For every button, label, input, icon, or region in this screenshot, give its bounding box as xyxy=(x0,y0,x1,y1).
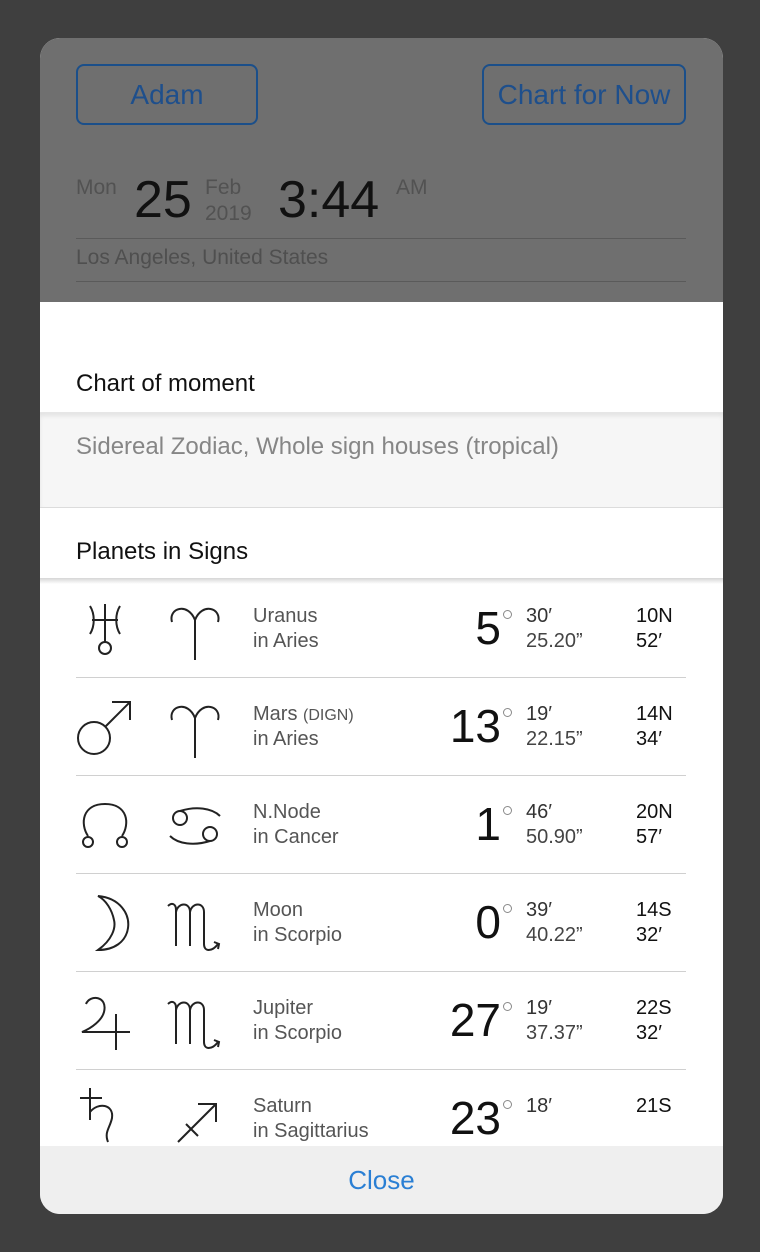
degree-symbol xyxy=(503,708,512,717)
degree-symbol xyxy=(503,806,512,815)
degree-symbol xyxy=(503,1100,512,1109)
date-time-picker[interactable]: Mon 25 Feb 2019 3:44 AM xyxy=(76,168,686,238)
seconds-value: 50.90” xyxy=(526,826,583,848)
seconds-value: 37.37” xyxy=(526,1022,583,1044)
chart-header: Adam Chart for Now Mon 25 Feb 2019 3:44 … xyxy=(40,38,723,302)
divider xyxy=(76,281,686,282)
degree-symbol xyxy=(503,1002,512,1011)
planets-list[interactable]: Uranus in Aries 5 30′ 25.20” 10N 52′ Mar… xyxy=(40,580,723,1145)
planet-row[interactable]: Mars (DIGN) in Aries 13 19′ 22.15” 14N 3… xyxy=(40,678,723,776)
latitude-minutes: 32′ xyxy=(636,1022,662,1044)
minutes-value: 46′ xyxy=(526,801,552,823)
planet-row[interactable]: Saturn in Sagittarius 23 18′ 21S xyxy=(40,1070,723,1145)
mars-icon xyxy=(77,701,131,755)
year-label: 2019 xyxy=(205,202,252,225)
divider xyxy=(76,238,686,239)
latitude-value: 10N xyxy=(636,605,673,627)
latitude-value: 14N xyxy=(636,703,673,725)
latitude-minutes: 32′ xyxy=(636,924,662,946)
planet-sign: in Aries xyxy=(253,728,319,750)
planet-sign: in Cancer xyxy=(253,826,339,848)
planet-name: Moon xyxy=(253,899,304,921)
planet-name: N.Node xyxy=(253,801,321,823)
minutes-value: 39′ xyxy=(526,899,552,921)
planet-name: Uranus xyxy=(253,605,318,627)
seconds-value: 25.20” xyxy=(526,630,583,652)
jupiter-icon xyxy=(81,996,130,1050)
person-button[interactable]: Adam xyxy=(76,64,258,125)
uranus-icon xyxy=(89,604,121,655)
weekday-label: Mon xyxy=(76,176,117,199)
month-label: Feb xyxy=(205,176,242,199)
degree-value: 27 xyxy=(449,994,501,1046)
latitude-minutes: 57′ xyxy=(636,826,662,848)
latitude-minutes: 34′ xyxy=(636,728,662,750)
zodiac-settings-text: Sidereal Zodiac, Whole sign houses (trop… xyxy=(76,433,559,460)
north-node-icon xyxy=(82,802,128,848)
scorpio-icon xyxy=(167,902,221,951)
minutes-value: 30′ xyxy=(526,605,552,627)
chart-modal: Adam Chart for Now Mon 25 Feb 2019 3:44 … xyxy=(40,38,723,1214)
saturn-icon xyxy=(80,1088,114,1143)
aries-icon xyxy=(170,608,220,660)
degree-symbol xyxy=(503,904,512,913)
degree-value: 1 xyxy=(475,798,501,850)
degree-value: 0 xyxy=(475,896,501,948)
ampm-label: AM xyxy=(396,176,428,199)
degree-value: 13 xyxy=(449,700,501,752)
planet-name: Mars (DIGN) xyxy=(253,703,354,725)
latitude-minutes: 52′ xyxy=(636,630,662,652)
planet-row[interactable]: Uranus in Aries 5 30′ 25.20” 10N 52′ xyxy=(40,580,723,678)
planet-sign: in Aries xyxy=(253,630,319,652)
dignity-label: (DIGN) xyxy=(303,707,354,724)
chart-for-now-button[interactable]: Chart for Now xyxy=(482,64,686,125)
sheet-title: Chart of moment xyxy=(76,370,255,397)
latitude-value: 14S xyxy=(636,899,672,921)
location-field[interactable]: Los Angeles, United States xyxy=(76,246,328,270)
section-title: Planets in Signs xyxy=(76,538,249,565)
planet-sign: in Scorpio xyxy=(253,1022,342,1044)
close-button-label: Close xyxy=(348,1164,415,1195)
seconds-value: 22.15” xyxy=(526,728,583,750)
day-value: 25 xyxy=(134,171,192,229)
degree-value: 23 xyxy=(449,1092,501,1144)
scorpio-icon xyxy=(167,1000,221,1049)
minutes-value: 19′ xyxy=(526,703,552,725)
moon-icon xyxy=(94,895,130,952)
planet-sign: in Scorpio xyxy=(253,924,342,946)
close-button[interactable]: Close xyxy=(40,1146,723,1214)
planet-row[interactable]: N.Node in Cancer 1 46′ 50.90” 20N 57′ xyxy=(40,776,723,874)
cancer-icon xyxy=(169,807,221,845)
latitude-value: 22S xyxy=(636,997,672,1019)
aries-icon xyxy=(170,706,220,758)
degree-symbol xyxy=(503,610,512,619)
zodiac-settings: Sidereal Zodiac, Whole sign houses (trop… xyxy=(40,412,723,508)
seconds-value: 40.22” xyxy=(526,924,583,946)
sagittarius-icon xyxy=(177,1103,217,1143)
planet-row[interactable]: Jupiter in Scorpio 27 19′ 37.37” 22S 32′ xyxy=(40,972,723,1070)
planet-row[interactable]: Moon in Scorpio 0 39′ 40.22” 14S 32′ xyxy=(40,874,723,972)
minutes-value: 19′ xyxy=(526,997,552,1019)
degree-value: 5 xyxy=(475,602,501,654)
planet-name: Saturn xyxy=(253,1095,312,1117)
latitude-value: 20N xyxy=(636,801,673,823)
planet-sign: in Sagittarius xyxy=(253,1120,369,1142)
latitude-value: 21S xyxy=(636,1095,672,1117)
planet-name: Jupiter xyxy=(253,997,314,1019)
minutes-value: 18′ xyxy=(526,1095,552,1117)
time-value: 3:44 xyxy=(278,171,380,229)
